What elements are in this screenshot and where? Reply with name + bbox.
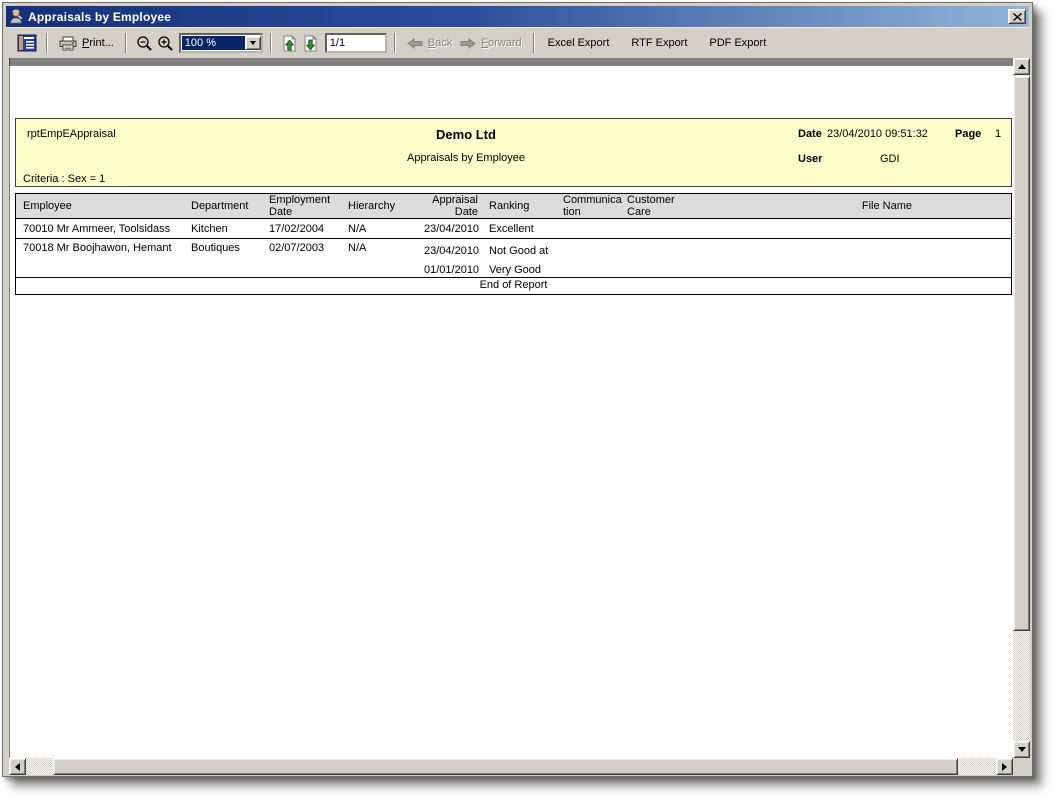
cell-employment-date: 02/07/2003: [268, 239, 347, 280]
arrow-down-icon: [1018, 747, 1026, 752]
page-down-icon: [302, 35, 319, 52]
scroll-up-button[interactable]: [1013, 58, 1030, 75]
back-label: Back: [428, 37, 452, 49]
cell-employee: 70010 Mr Ammeer, Toolsidass: [16, 219, 190, 238]
zoom-level-value: 100 %: [182, 36, 245, 50]
report-table: Employee Department Employment Date Hier…: [15, 193, 1012, 295]
export-buttons: Excel Export RTF Export PDF Export: [544, 35, 771, 51]
report-title: Appraisals by Employee: [16, 152, 916, 164]
rtf-export-button[interactable]: RTF Export: [627, 35, 691, 51]
toolbar-separator: [270, 33, 272, 53]
scroll-left-button[interactable]: [9, 758, 26, 775]
zoom-dropdown-button[interactable]: [245, 36, 261, 50]
cell-hierarchy: N/A: [347, 219, 423, 238]
cell-appraisal-date: 23/04/2010 01/01/2010: [423, 239, 479, 280]
column-header-ranking: Ranking: [479, 194, 553, 218]
zoom-level-combobox[interactable]: 100 %: [179, 33, 263, 53]
cell-file-name: [679, 239, 1011, 280]
pdf-export-button[interactable]: PDF Export: [705, 35, 770, 51]
close-button[interactable]: [1008, 9, 1026, 24]
cell-appraisal-date: 23/04/2010: [423, 219, 479, 238]
toolbar-separator: [394, 33, 396, 53]
previous-page-button[interactable]: [279, 34, 300, 53]
column-header-communication: Communica tion: [553, 194, 617, 218]
printer-icon: [59, 36, 77, 51]
page-number: 1: [995, 128, 1001, 140]
back-arrow-icon: [407, 38, 423, 49]
vertical-scrollbar[interactable]: [1013, 58, 1030, 758]
app-icon: [9, 9, 24, 24]
column-header-file-name: File Name: [679, 194, 1011, 218]
forward-button[interactable]: Forward: [456, 35, 525, 51]
viewport-top-shadow: [9, 58, 1013, 66]
group-tree-icon: [17, 34, 37, 52]
toolbar-separator: [125, 33, 127, 53]
criteria-text: Criteria : Sex = 1: [23, 173, 105, 185]
cell-communication: [553, 239, 617, 280]
toolbar-separator: [46, 33, 48, 53]
user-value: GDI: [880, 153, 900, 165]
cell-employment-date: 17/02/2004: [268, 219, 347, 238]
cell-employee: 70018 Mr Boojhawon, Hemant: [16, 239, 190, 280]
chevron-down-icon: [250, 41, 256, 45]
titlebar[interactable]: Appraisals by Employee: [6, 6, 1029, 27]
table-row: 70018 Mr Boojhawon, Hemant Boutiques 02/…: [16, 239, 1011, 278]
zoom-in-icon: [157, 35, 174, 51]
print-button[interactable]: Print...: [55, 34, 118, 53]
cell-hierarchy: N/A: [347, 239, 423, 280]
column-header-hierarchy: Hierarchy: [347, 194, 423, 218]
toolbar-separator: [533, 33, 535, 53]
table-row: 70010 Mr Ammeer, Toolsidass Kitchen 17/0…: [16, 219, 1011, 239]
horizontal-scrollbar[interactable]: [9, 758, 1013, 775]
close-icon: [1013, 13, 1022, 21]
report-viewer-window: Appraisals by Employee: [2, 2, 1033, 777]
back-button[interactable]: Back: [403, 35, 456, 51]
scrollbar-corner: [1013, 758, 1030, 775]
cell-customer-care: [617, 219, 679, 238]
column-header-customer-care: Customer Care: [617, 194, 679, 218]
user-label: User: [798, 153, 822, 165]
forward-arrow-icon: [460, 38, 476, 49]
cell-file-name: [679, 219, 1011, 238]
page-up-icon: [281, 35, 298, 52]
forward-label: Forward: [481, 37, 521, 49]
report-header: rptEmpEAppraisal Demo Ltd Appraisals by …: [15, 118, 1012, 187]
arrow-left-icon: [15, 763, 20, 771]
zoom-in-button[interactable]: [155, 34, 176, 52]
date-label: Date: [798, 128, 822, 140]
next-page-button[interactable]: [300, 34, 321, 53]
horizontal-scrollbar-thumb[interactable]: [53, 758, 958, 775]
end-of-report-label: End of Report: [16, 278, 1011, 294]
arrow-right-icon: [1002, 763, 1007, 771]
zoom-out-icon: [136, 35, 153, 51]
toolbar: Print... 100 %: [6, 27, 1029, 58]
column-header-appraisal-date: Appraisal Date: [423, 194, 479, 218]
scroll-right-button[interactable]: [996, 758, 1013, 775]
company-name: Demo Ltd: [16, 127, 916, 142]
cell-department: Kitchen: [190, 219, 268, 238]
page-number-input[interactable]: [325, 33, 387, 53]
scroll-down-button[interactable]: [1013, 741, 1030, 758]
zoom-out-button[interactable]: [134, 34, 155, 52]
cell-department: Boutiques: [190, 239, 268, 280]
table-footer-row: End of Report: [16, 278, 1011, 294]
cell-customer-care: [617, 239, 679, 280]
table-header-row: Employee Department Employment Date Hier…: [16, 194, 1011, 219]
vertical-scrollbar-thumb[interactable]: [1013, 76, 1030, 631]
report-viewport: rptEmpEAppraisal Demo Ltd Appraisals by …: [9, 66, 1013, 758]
excel-export-button[interactable]: Excel Export: [544, 35, 614, 51]
page-label: Page: [955, 128, 981, 140]
group-tree-toggle-button[interactable]: [15, 33, 39, 53]
cell-ranking: Excellent: [479, 219, 553, 238]
date-value: 23/04/2010 09:51:32: [827, 128, 928, 140]
column-header-employee: Employee: [16, 194, 190, 218]
cell-ranking: Not Good at Very Good: [479, 239, 553, 280]
column-header-employment-date: Employment Date: [268, 194, 347, 218]
cell-communication: [553, 219, 617, 238]
window-title: Appraisals by Employee: [28, 10, 171, 24]
column-header-department: Department: [190, 194, 268, 218]
print-label: Print...: [82, 37, 114, 49]
arrow-up-icon: [1018, 64, 1026, 69]
